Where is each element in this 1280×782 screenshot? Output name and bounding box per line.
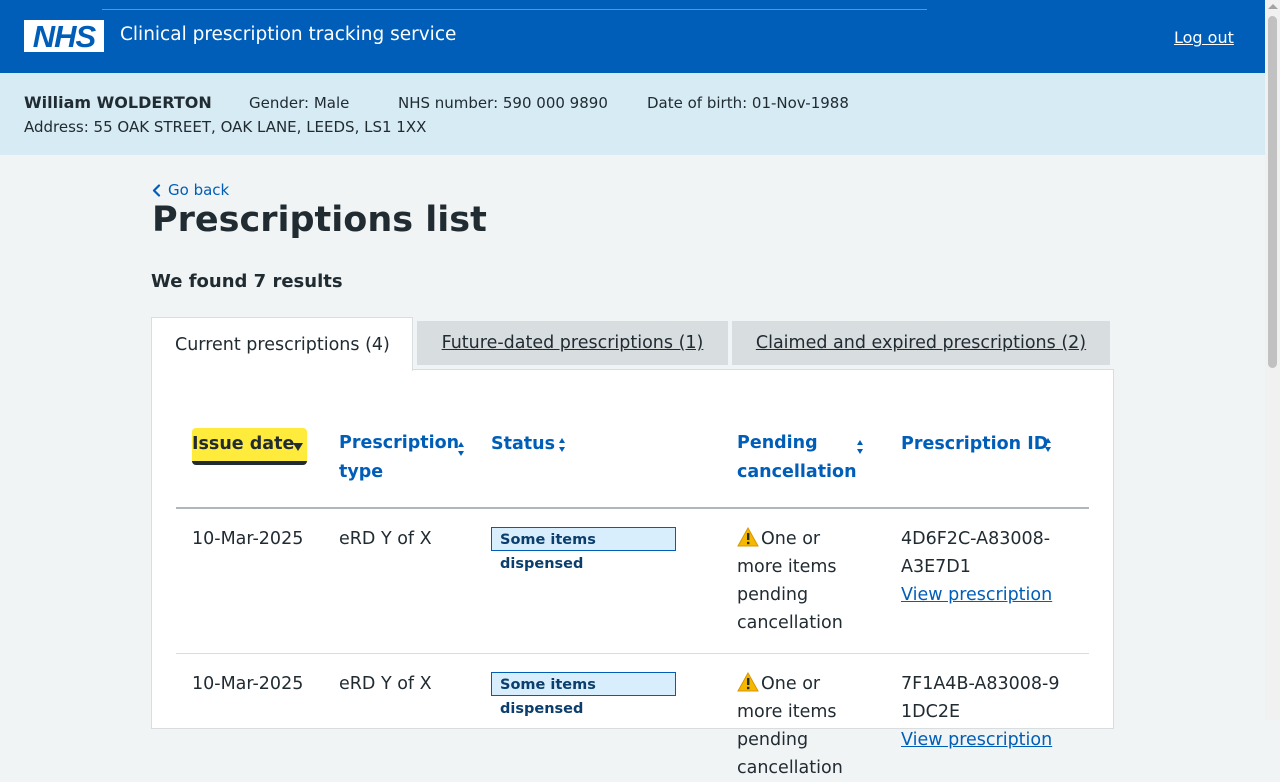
patient-address: Address: 55 OAK STREET, OAK LANE, LEEDS,… [24,118,427,136]
cell-pending-cancellation: One or more items pending cancellation [737,525,857,637]
nhs-logo[interactable]: NHS [24,20,104,52]
page-title: Prescriptions list [152,200,487,240]
warning-icon [737,527,759,547]
tab-claimed-expired-prescriptions[interactable]: Claimed and expired prescriptions (2) [732,321,1110,365]
view-prescription-link[interactable]: View prescription [901,585,1052,605]
sort-arrows-icon [857,440,863,454]
sort-descending-icon [293,443,303,451]
column-header-issue-date[interactable]: Issue date [192,428,307,465]
sort-arrows-icon [1045,438,1051,452]
tab-current-prescriptions[interactable]: Current prescriptions (4) [151,317,413,371]
view-prescription-link[interactable]: View prescription [901,730,1052,750]
header-divider [102,9,927,10]
prescription-id: 4D6F2C-A83008-A3E7D1 [901,529,1051,577]
column-header-prescription-id[interactable]: Prescription ID [901,430,1051,459]
table-row-divider [176,653,1089,654]
cell-prescription-id: 4D6F2C-A83008-A3E7D1 View prescription [901,525,1061,609]
column-header-status[interactable]: Status [491,430,565,459]
patient-name: William WOLDERTON [24,93,212,112]
cell-issue-date: 10-Mar-2025 [192,529,304,549]
cell-prescription-id: 7F1A4B-A83008-91DC2E View prescription [901,670,1061,754]
nhs-logo-text: NHS [32,18,96,54]
site-header: NHS Clinical prescription tracking servi… [0,0,1265,73]
status-badge: Some items dispensed [491,527,676,572]
go-back-link[interactable]: Go back [152,181,229,199]
cell-pending-cancellation: One or more items pending cancellation [737,670,857,782]
sort-arrows-icon [559,438,565,452]
column-header-prescription-type-label: Prescription type [339,433,460,482]
page-scrollbar[interactable] [1265,0,1280,720]
service-name: Clinical prescription tracking service [120,24,457,45]
cell-issue-date: 10-Mar-2025 [192,674,304,694]
tab-future-dated-prescriptions[interactable]: Future-dated prescriptions (1) [417,321,728,365]
cell-prescription-type: eRD Y of X [339,674,432,694]
prescription-id: 7F1A4B-A83008-91DC2E [901,674,1060,722]
patient-banner: William WOLDERTON Gender: Male NHS numbe… [0,73,1265,155]
cell-prescription-type: eRD Y of X [339,529,432,549]
logout-link[interactable]: Log out [1174,28,1234,47]
sort-arrows-icon [458,442,464,456]
patient-nhs-number: NHS number: 590 000 9890 [398,94,608,112]
warning-icon [737,672,759,692]
results-count: We found 7 results [151,271,343,292]
patient-dob: Date of birth: 01-Nov-1988 [647,94,849,112]
chevron-left-icon [152,183,161,197]
column-header-prescription-type[interactable]: Prescription type [339,429,464,487]
column-header-pending-cancellation-label: Pending cancellation [737,433,857,482]
patient-gender: Gender: Male [249,94,350,112]
scroll-up-arrow[interactable] [1268,4,1278,9]
status-badge: Some items dispensed [491,672,676,717]
column-header-status-label: Status [491,434,556,454]
go-back-label: Go back [168,181,230,199]
table-header-divider [176,507,1089,509]
column-header-pending-cancellation[interactable]: Pending cancellation [737,429,863,487]
column-header-prescription-id-label: Prescription ID [901,434,1049,454]
column-header-issue-date-label: Issue date [192,434,295,454]
scrollbar-thumb[interactable] [1268,16,1277,368]
